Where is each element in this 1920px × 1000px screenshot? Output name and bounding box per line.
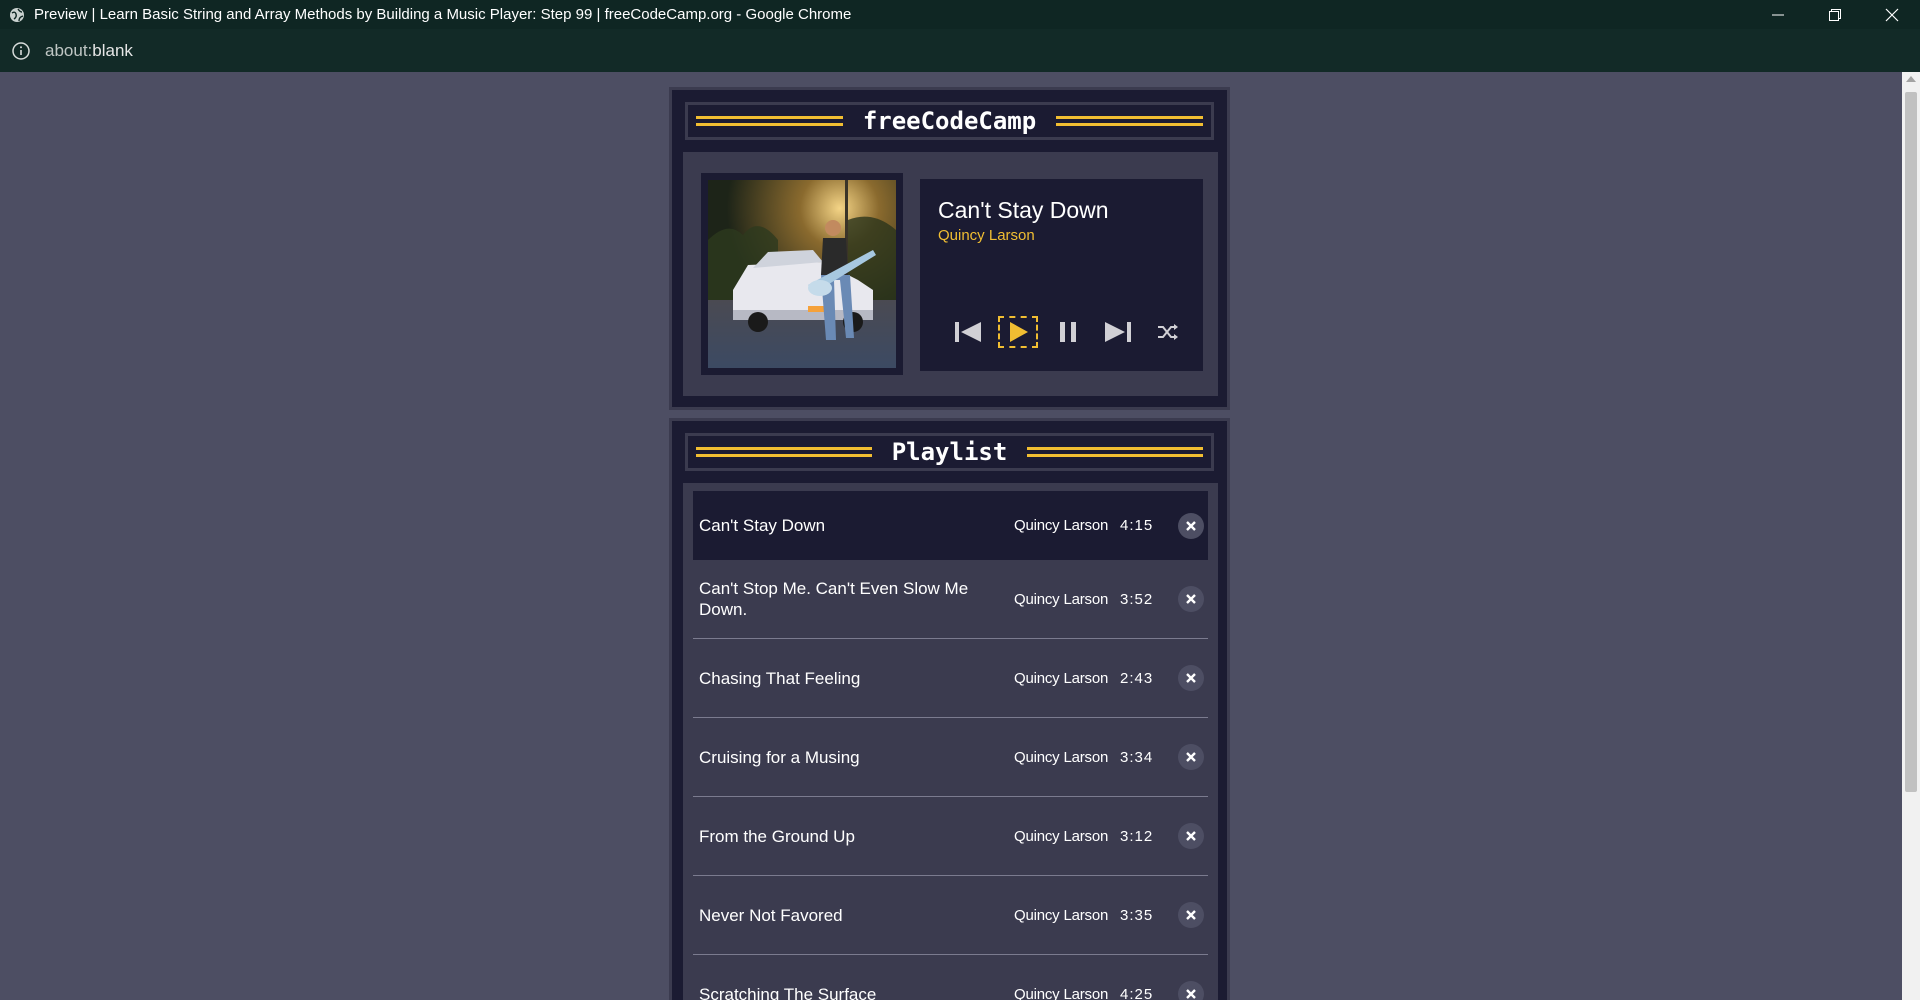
restore-button[interactable] xyxy=(1806,0,1863,29)
delete-song-button[interactable] xyxy=(1178,512,1204,539)
song-duration: 3:35 xyxy=(1120,906,1154,924)
delete-song-button[interactable] xyxy=(1178,823,1204,849)
song-duration: 3:52 xyxy=(1120,590,1154,608)
window-title: Preview | Learn Basic String and Array M… xyxy=(34,6,852,23)
play-icon xyxy=(1010,322,1028,342)
delete-icon xyxy=(1186,594,1196,604)
song-artist: Quincy Larson xyxy=(1014,985,1109,1000)
song-title[interactable]: Never Not Favored xyxy=(699,905,989,926)
album-art xyxy=(701,173,903,375)
scrollbar-thumb[interactable] xyxy=(1905,92,1917,792)
current-song-artist: Quincy Larson xyxy=(938,227,1035,244)
shuffle-button[interactable] xyxy=(1148,316,1188,348)
next-button[interactable] xyxy=(1098,316,1138,348)
song-artist: Quincy Larson xyxy=(1014,906,1109,924)
delete-song-button[interactable] xyxy=(1178,665,1204,691)
playlist-header-title: Playlist xyxy=(891,438,1008,466)
url-scheme: about: xyxy=(45,40,93,60)
player-display: Can't Stay Down Quincy Larson xyxy=(920,179,1203,371)
delete-icon xyxy=(1186,673,1196,683)
player-header: freeCodeCamp xyxy=(685,102,1214,140)
delete-icon xyxy=(1186,752,1196,762)
playlist-song-row[interactable]: Can't Stop Me. Can't Even Slow Me Down. … xyxy=(693,560,1208,639)
playlist-header: Playlist xyxy=(685,433,1214,471)
player-controls xyxy=(948,316,1198,348)
playlist-song-row[interactable]: Cruising for a Musing Quincy Larson 3:34 xyxy=(693,718,1208,797)
song-artist: Quincy Larson xyxy=(1014,748,1109,766)
address-bar[interactable]: about:blank xyxy=(0,29,1920,72)
song-artist: Quincy Larson xyxy=(1014,827,1109,845)
delete-song-button[interactable] xyxy=(1178,744,1204,770)
next-icon xyxy=(1105,322,1131,342)
song-artist: Quincy Larson xyxy=(1014,669,1109,687)
music-player: freeCodeCamp Can't Stay Down Quincy Lars… xyxy=(669,87,1230,410)
player-content: Can't Stay Down Quincy Larson xyxy=(683,152,1218,396)
song-title[interactable]: Chasing That Feeling xyxy=(699,668,989,689)
play-button[interactable] xyxy=(998,316,1038,348)
song-artist: Quincy Larson xyxy=(1014,590,1109,608)
pause-button[interactable] xyxy=(1048,316,1088,348)
pause-icon xyxy=(1060,322,1076,342)
song-title[interactable]: Cruising for a Musing xyxy=(699,747,989,768)
player-header-title: freeCodeCamp xyxy=(862,107,1037,135)
song-title[interactable]: Scratching The Surface xyxy=(699,984,989,1000)
close-window-button[interactable] xyxy=(1863,0,1920,29)
browser-title-bar: Preview | Learn Basic String and Array M… xyxy=(0,0,1920,29)
playlist: Playlist Can't Stay Down Quincy Larson 4… xyxy=(669,418,1230,1000)
header-decor-line-left xyxy=(696,116,843,126)
minimize-button[interactable] xyxy=(1749,0,1806,29)
delete-icon xyxy=(1186,910,1196,920)
previous-button[interactable] xyxy=(948,316,988,348)
page-scrollbar[interactable] xyxy=(1902,72,1920,1000)
playlist-song-row[interactable]: From the Ground Up Quincy Larson 3:12 xyxy=(693,797,1208,876)
delete-icon xyxy=(1186,520,1196,531)
delete-song-button[interactable] xyxy=(1178,981,1204,1000)
song-duration: 3:34 xyxy=(1120,748,1154,766)
song-title[interactable]: From the Ground Up xyxy=(699,826,989,847)
header-decor-line-right xyxy=(1056,116,1204,126)
delete-icon xyxy=(1186,989,1196,999)
song-duration: 2:43 xyxy=(1120,669,1154,687)
song-title[interactable]: Can't Stop Me. Can't Even Slow Me Down. xyxy=(699,578,989,620)
info-icon[interactable] xyxy=(11,41,31,61)
scroll-up-arrow-icon[interactable] xyxy=(1906,76,1916,82)
song-duration: 4:15 xyxy=(1120,517,1154,534)
close-icon xyxy=(1885,8,1898,21)
delete-song-button[interactable] xyxy=(1178,586,1204,612)
previous-icon xyxy=(955,322,981,342)
url-path: blank xyxy=(92,40,133,60)
song-artist: Quincy Larson xyxy=(1014,517,1109,534)
delete-icon xyxy=(1186,831,1196,841)
globe-icon xyxy=(9,7,25,23)
playlist-song-row[interactable]: Never Not Favored Quincy Larson 3:35 xyxy=(693,876,1208,955)
restore-icon xyxy=(1828,8,1841,21)
minimize-icon xyxy=(1771,14,1784,15)
playlist-songs: Can't Stay Down Quincy Larson 4:15 Can't… xyxy=(683,483,1218,1000)
playlist-song-row[interactable]: Scratching The Surface Quincy Larson 4:2… xyxy=(693,955,1208,1000)
current-song-title: Can't Stay Down xyxy=(938,197,1109,223)
song-duration: 3:12 xyxy=(1120,827,1154,845)
url-text[interactable]: about:blank xyxy=(45,41,133,61)
header-decor-line-right xyxy=(1027,447,1203,457)
playlist-song-row[interactable]: Can't Stay Down Quincy Larson 4:15 xyxy=(693,491,1208,560)
shuffle-icon xyxy=(1158,324,1178,340)
album-art-image xyxy=(708,180,896,368)
song-duration: 4:25 xyxy=(1120,985,1154,1000)
song-title[interactable]: Can't Stay Down xyxy=(699,515,989,536)
delete-song-button[interactable] xyxy=(1178,902,1204,928)
header-decor-line-left xyxy=(696,447,872,457)
playlist-song-row[interactable]: Chasing That Feeling Quincy Larson 2:43 xyxy=(693,639,1208,718)
